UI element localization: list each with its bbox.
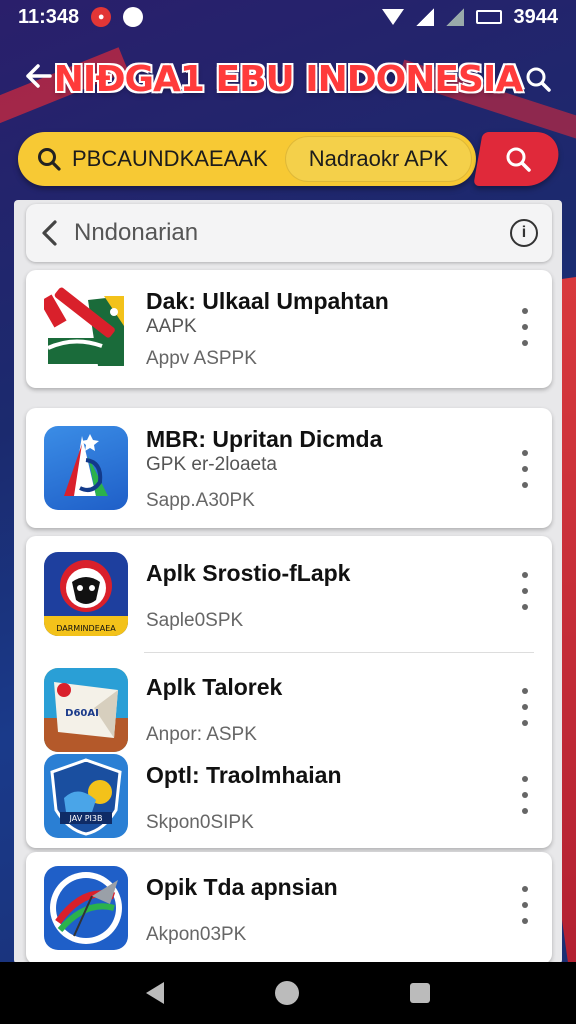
list-item[interactable]: DARMINDEAEA Aplk Srostio-fLapk Saple0SPK (26, 536, 552, 636)
nav-home-icon[interactable] (274, 981, 299, 1005)
red-rifle-flag-icon (44, 286, 128, 370)
app-subtitle: AAPK (146, 316, 197, 337)
back-arrow-icon[interactable] (22, 60, 54, 99)
quill-emblem-icon (44, 866, 128, 950)
notification-red-icon: ● (91, 7, 112, 27)
app-meta: Akpon03PK (146, 924, 247, 945)
app-name: MBR: Upritan Dicmda (146, 426, 383, 452)
app-card[interactable]: Dak: Ulkaal Umpahtan AAPK Appv ASPPK (26, 270, 552, 388)
signal-icon (415, 8, 434, 26)
nav-recents-icon[interactable] (410, 983, 431, 1003)
nav-back-icon[interactable] (145, 982, 164, 1004)
battery-icon (475, 10, 502, 24)
svg-text:DARMINDEAEA: DARMINDEAEA (56, 624, 116, 633)
search-bar: PBCAUNDKAEAAK Nadraokr APK (18, 132, 563, 186)
list-item[interactable]: Dak: Ulkaal Umpahtan AAPK Appv ASPPK (26, 270, 552, 388)
search-icon (506, 147, 531, 172)
search-icon[interactable] (522, 65, 554, 93)
list-item[interactable]: D60AI Aplk Talorek Anpor: ASPK (26, 654, 552, 754)
app-name: Optl: Traolmhaian (146, 762, 342, 788)
more-options-icon[interactable] (520, 450, 530, 488)
system-nav-bar (0, 962, 576, 1024)
app-card[interactable]: Opik Tda apnsian Akpon03PK (26, 852, 552, 964)
app-meta: Sapp.A30PK (146, 490, 255, 511)
category-filter-button[interactable]: Nadraokr APK (284, 136, 472, 182)
app-name: Dak: Ulkaal Umpahtan (146, 288, 389, 314)
more-options-icon[interactable] (520, 886, 530, 924)
app-name: Aplk Srostio-fLapk (146, 560, 351, 586)
content-panel: Nndonarian i Dak: Ulkaal Umpahtan AAPK A… (14, 200, 562, 964)
status-time: 11:348 (18, 5, 80, 28)
app-name: Aplk Talorek (146, 674, 283, 700)
category-filter-label: Nadraokr APK (308, 146, 449, 171)
mask-emblem-icon: DARMINDEAEA (44, 552, 128, 636)
search-query-text: PBCAUNDKAEAAK (72, 146, 268, 171)
more-options-icon[interactable] (520, 308, 530, 346)
wifi-icon (381, 9, 404, 25)
more-options-icon[interactable] (520, 572, 530, 610)
app-header: NIĐGA1 EBU INDONESIA (0, 44, 576, 114)
list-item[interactable]: Opik Tda apnsian Akpon03PK (26, 852, 552, 964)
chevron-left-icon[interactable] (40, 219, 60, 247)
search-pill[interactable]: PBCAUNDKAEAAK Nadraokr APK (18, 132, 476, 186)
list-item[interactable]: JAV PI3B Optl: Traolmhaian Skpon0SIPK (26, 740, 552, 840)
list-item[interactable]: MBR: Upritan Dicmda GPK er-2loaeta Sapp.… (26, 408, 552, 528)
section-title: Nndonarian (74, 219, 199, 246)
shield-badge-icon: JAV PI3B (44, 754, 128, 838)
app-card[interactable]: DARMINDEAEA Aplk Srostio-fLapk Saple0SPK… (26, 536, 552, 848)
divider (144, 652, 534, 653)
svg-text:JAV PI3B: JAV PI3B (69, 814, 103, 823)
more-options-icon[interactable] (520, 776, 530, 814)
magnifier-icon (38, 148, 61, 171)
battery-level: 3944 (513, 5, 559, 28)
svg-text:D60AI: D60AI (65, 708, 99, 719)
more-options-icon[interactable] (520, 688, 530, 726)
blue-garuda-icon (44, 426, 128, 510)
globe-icon (123, 7, 144, 27)
info-icon[interactable]: i (510, 219, 538, 247)
section-header: Nndonarian i (26, 204, 552, 262)
search-input[interactable]: PBCAUNDKAEAAK (18, 132, 285, 186)
page-title: NIĐGA1 EBU INDONESIA (53, 58, 523, 100)
app-meta: Skpon0SIPK (146, 812, 254, 833)
signal-secondary-icon (445, 8, 464, 26)
app-subtitle: GPK er-2loaeta (146, 454, 277, 475)
app-meta: Appv ASPPK (146, 348, 257, 369)
app-card[interactable]: MBR: Upritan Dicmda GPK er-2loaeta Sapp.… (26, 408, 552, 528)
app-meta: Saple0SPK (146, 610, 244, 631)
app-name: Opik Tda apnsian (146, 874, 338, 900)
status-bar: 11:348 ● 3944 (0, 0, 576, 34)
search-button[interactable] (473, 132, 563, 186)
